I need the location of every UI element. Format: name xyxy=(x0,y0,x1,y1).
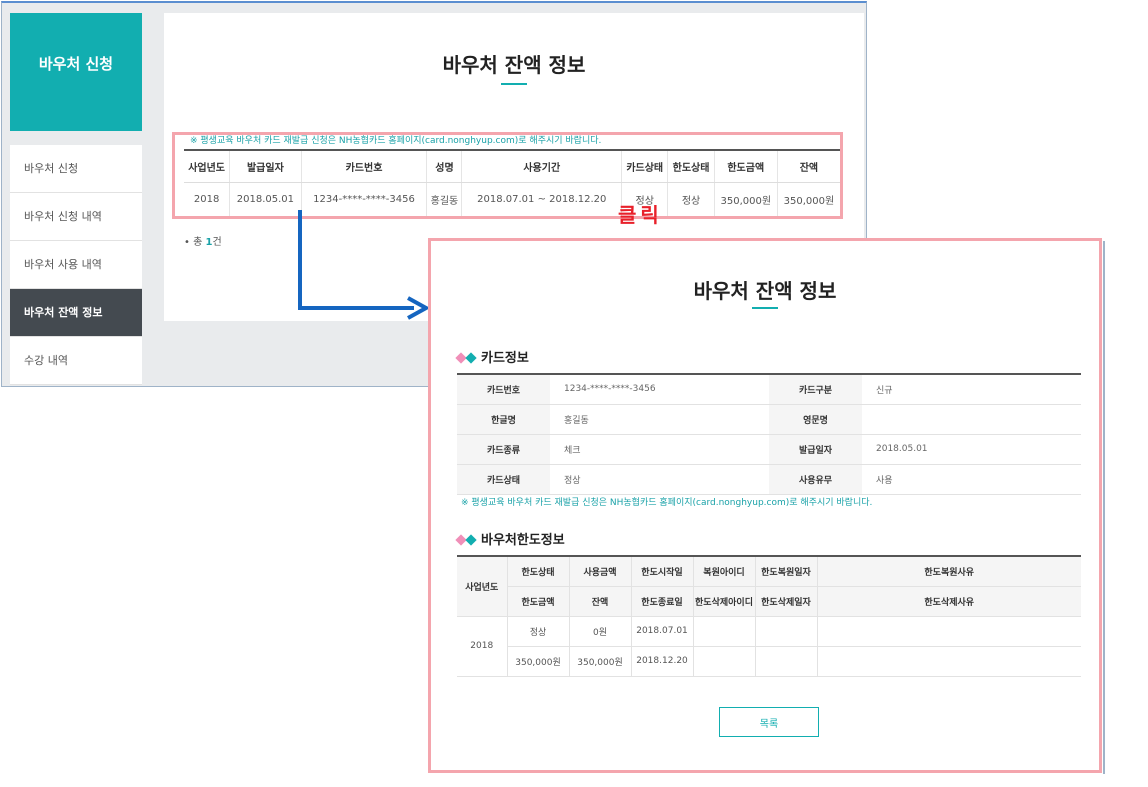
card-value: 체크 xyxy=(550,434,769,465)
table-header: 한도시작일 xyxy=(630,555,693,587)
flow-arrow-icon xyxy=(298,210,430,320)
card-label: 영문명 xyxy=(769,404,862,435)
table-cell xyxy=(754,616,817,647)
edit-icon xyxy=(63,13,89,43)
card-label: 카드구분 xyxy=(769,373,862,405)
limit-info-section-title: 바우처한도정보 xyxy=(455,529,565,548)
sidebar-item-course-history[interactable]: 수강 내역 xyxy=(10,337,142,385)
table-header: 잔액 xyxy=(568,586,631,617)
card-label: 카드상태 xyxy=(457,464,550,495)
click-annotation-label: 클릭 xyxy=(618,203,663,227)
sidebar: 바우처 신청 바우처 신청 바우처 신청 내역 바우처 사용 내역 바우처 잔액… xyxy=(10,13,142,385)
card-info-section-title: 카드정보 xyxy=(455,347,529,366)
table-header: 한도삭제아이디 xyxy=(692,586,755,617)
sidebar-item-voucher-apply[interactable]: 바우처 신청 xyxy=(10,145,142,193)
card-value: 사용 xyxy=(862,464,1081,495)
card-label: 카드번호 xyxy=(457,373,550,405)
card-label: 카드종류 xyxy=(457,434,550,465)
diamond-icon xyxy=(465,534,477,546)
table-cell: 2018 xyxy=(457,616,507,677)
table-cell: 2018.07.01 xyxy=(630,616,693,647)
popup-window-edge xyxy=(1103,241,1105,774)
diamond-icon xyxy=(465,352,477,364)
table-header: 사업년도 xyxy=(457,555,507,617)
card-value: 정상 xyxy=(550,464,769,495)
page-title: 바우처 잔액 정보 xyxy=(442,53,586,77)
table-cell xyxy=(692,616,755,647)
popup-title-underline xyxy=(752,307,778,309)
card-value: 홍길동 xyxy=(550,404,769,435)
table-header-row: 사업년도 한도상태 사용금액 한도시작일 복원아이디 한도복원일자 한도복원사유 xyxy=(457,555,1081,617)
card-label: 사용유무 xyxy=(769,464,862,495)
sidebar-item-usage-history[interactable]: 바우처 사용 내역 xyxy=(10,241,142,289)
table-cell xyxy=(816,646,1081,677)
table-row: 350,000원 350,000원 2018.12.20 xyxy=(457,646,1081,677)
table-header: 한도상태 xyxy=(506,555,569,587)
popup-title: 바우처 잔액 정보 xyxy=(693,279,837,303)
table-header: 한도삭제사유 xyxy=(816,586,1081,617)
table-row: 2018 정상 0원 2018.07.01 xyxy=(457,616,1081,677)
voucher-limit-table: 사업년도 한도상태 사용금액 한도시작일 복원아이디 한도복원일자 한도복원사유… xyxy=(457,555,1081,677)
list-button[interactable]: 목록 xyxy=(719,707,819,737)
table-cell: 정상 xyxy=(506,616,569,647)
table-header-row: 한도금액 잔액 한도종료일 한도삭제아이디 한도삭제일자 한도삭제사유 xyxy=(457,586,1081,617)
card-value: 2018.05.01 xyxy=(862,434,1081,465)
sidebar-header-title: 바우처 신청 xyxy=(38,55,114,73)
card-label: 한글명 xyxy=(457,404,550,435)
sidebar-item-balance-info[interactable]: 바우처 잔액 정보 xyxy=(10,289,142,337)
card-value xyxy=(862,404,1081,435)
card-info-title-text: 카드정보 xyxy=(481,351,529,366)
total-count: • 총 1건 xyxy=(184,233,222,248)
table-cell: 2018.12.20 xyxy=(630,646,693,677)
click-highlight-box xyxy=(172,132,843,219)
sidebar-menu: 바우처 신청 바우처 신청 내역 바우처 사용 내역 바우처 잔액 정보 수강 … xyxy=(10,145,142,385)
table-row: 카드번호 1234-****-****-3456 카드구분 신규 xyxy=(457,373,1081,405)
table-header: 한도복원사유 xyxy=(816,555,1081,587)
title-underline xyxy=(501,83,527,85)
table-cell: 350,000원 xyxy=(568,646,631,677)
table-cell: 0원 xyxy=(568,616,631,647)
table-cell xyxy=(692,646,755,677)
table-cell xyxy=(754,646,817,677)
table-cell xyxy=(816,616,1081,647)
table-header: 한도삭제일자 xyxy=(754,586,817,617)
card-info-table: 카드번호 1234-****-****-3456 카드구분 신규 한글명 홍길동… xyxy=(457,373,1081,495)
card-label: 발급일자 xyxy=(769,434,862,465)
table-header: 한도복원일자 xyxy=(754,555,817,587)
table-row: 카드종류 체크 발급일자 2018.05.01 xyxy=(457,434,1081,465)
table-header: 한도종료일 xyxy=(630,586,693,617)
table-row: 카드상태 정상 사용유무 사용 xyxy=(457,464,1081,495)
table-header: 한도금액 xyxy=(506,586,569,617)
sidebar-item-apply-history[interactable]: 바우처 신청 내역 xyxy=(10,193,142,241)
table-row: 한글명 홍길동 영문명 xyxy=(457,404,1081,435)
table-cell: 350,000원 xyxy=(506,646,569,677)
sidebar-header: 바우처 신청 xyxy=(10,13,142,131)
table-header: 사용금액 xyxy=(568,555,631,587)
limit-info-title-text: 바우처한도정보 xyxy=(481,533,565,548)
total-prefix: • 총 xyxy=(184,237,206,248)
balance-detail-popup: 바우처 잔액 정보 카드정보 카드번호 1234-****-****-3456 … xyxy=(428,238,1105,774)
total-suffix: 건 xyxy=(212,237,222,248)
card-value: 1234-****-****-3456 xyxy=(550,373,769,405)
popup-reissue-notice: ※ 평생교육 바우처 카드 재발급 신청은 NH농협카드 홈페이지(card.n… xyxy=(461,498,873,508)
card-value: 신규 xyxy=(862,373,1081,405)
table-header: 복원아이디 xyxy=(692,555,755,587)
